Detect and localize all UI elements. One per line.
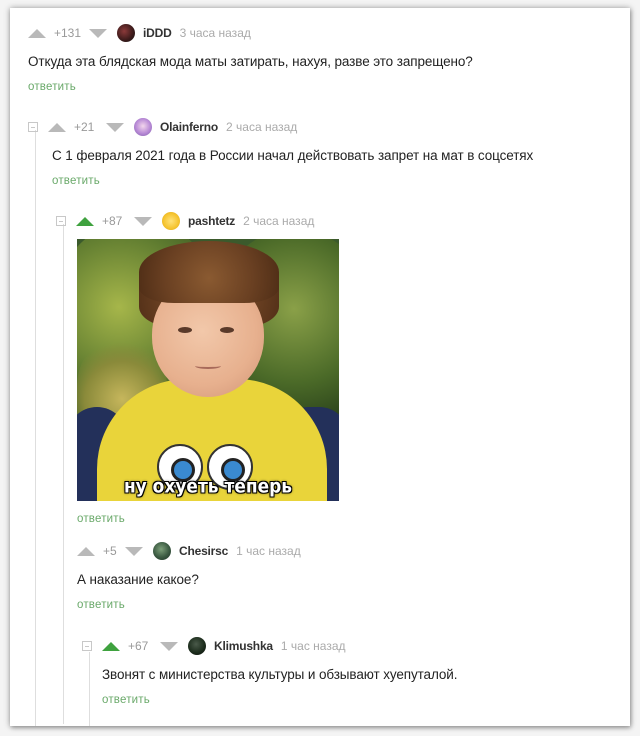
cat-avatar-icon[interactable] [153, 542, 171, 560]
meme-image[interactable]: ну охуеть теперь [77, 239, 339, 501]
anime-avatar-icon[interactable] [134, 118, 152, 136]
thread-line[interactable] [35, 130, 36, 726]
comment-username[interactable]: pashtetz [188, 214, 235, 228]
comment: +67 Klimushka 1 час назад Звонят с минис… [82, 635, 617, 706]
comment-rating: +87 [102, 214, 123, 228]
upvote-icon[interactable] [77, 546, 95, 556]
comments-card: +131 iDDD 3 часа назад Откуда эта блядск… [10, 8, 630, 726]
collapse-icon[interactable] [28, 122, 38, 132]
upvote-icon[interactable] [48, 122, 66, 132]
comment: +131 iDDD 3 часа назад Откуда эта блядск… [28, 22, 618, 93]
meme-caption: ну охуеть теперь [123, 475, 293, 499]
reply-link[interactable]: ответить [102, 694, 617, 706]
comment-header: +5 Chesirsc 1 час назад [77, 540, 617, 562]
reply-link[interactable]: ответить [28, 81, 618, 93]
comment: +5 Chesirsc 1 час назад А наказание како… [77, 540, 617, 611]
comment-text: С 1 февраля 2021 года в России начал дей… [52, 148, 534, 163]
downvote-icon[interactable] [160, 641, 178, 651]
comment-time[interactable]: 2 часа назад [226, 120, 297, 134]
comment-time[interactable]: 2 часа назад [243, 214, 314, 228]
upvote-icon[interactable] [102, 641, 120, 651]
comment: +21 Olainferno 2 часа назад С 1 февраля … [28, 116, 618, 187]
comment-username[interactable]: Chesirsc [179, 544, 228, 558]
comment: +87 pashtetz 2 часа назад [56, 210, 616, 232]
comment-text: Откуда эта блядская мода маты затирать, … [28, 54, 473, 69]
comment-username[interactable]: Klimushka [214, 639, 273, 653]
comment-text: А наказание какое? [77, 572, 199, 587]
comment-time[interactable]: 1 час назад [236, 544, 301, 558]
downvote-icon[interactable] [106, 122, 124, 132]
reply-link[interactable]: ответить [77, 599, 617, 611]
comment-header: +67 Klimushka 1 час назад [82, 635, 617, 657]
collapse-icon[interactable] [56, 216, 66, 226]
collapse-icon[interactable] [82, 641, 92, 651]
comment-username[interactable]: Olainferno [160, 120, 218, 134]
thread-line[interactable] [63, 224, 64, 724]
comment-text: Звонят с министерства культуры и обзываю… [102, 667, 458, 682]
comment-username[interactable]: iDDD [143, 26, 172, 40]
comment-time[interactable]: 3 часа назад [180, 26, 251, 40]
comment-rating: +21 [74, 120, 95, 134]
comment-rating: +131 [54, 26, 82, 40]
comment-rating: +5 [103, 544, 117, 558]
dark-avatar-icon[interactable] [117, 24, 136, 42]
emoji-avatar-icon[interactable] [162, 212, 180, 230]
comment-header: +87 pashtetz 2 часа назад [56, 210, 616, 232]
comment-header: +131 iDDD 3 часа назад [28, 22, 618, 44]
downvote-icon[interactable] [134, 216, 152, 226]
downvote-icon[interactable] [89, 28, 108, 38]
upvote-icon[interactable] [76, 216, 94, 226]
comment-time[interactable]: 1 час назад [281, 639, 346, 653]
comment-rating: +67 [128, 639, 149, 653]
reply-link[interactable]: ответить [77, 513, 125, 525]
dark-avatar-icon[interactable] [188, 637, 206, 655]
downvote-icon[interactable] [125, 546, 143, 556]
upvote-icon[interactable] [28, 28, 46, 38]
reply-link[interactable]: ответить [52, 175, 618, 187]
comment-header: +21 Olainferno 2 часа назад [28, 116, 618, 138]
